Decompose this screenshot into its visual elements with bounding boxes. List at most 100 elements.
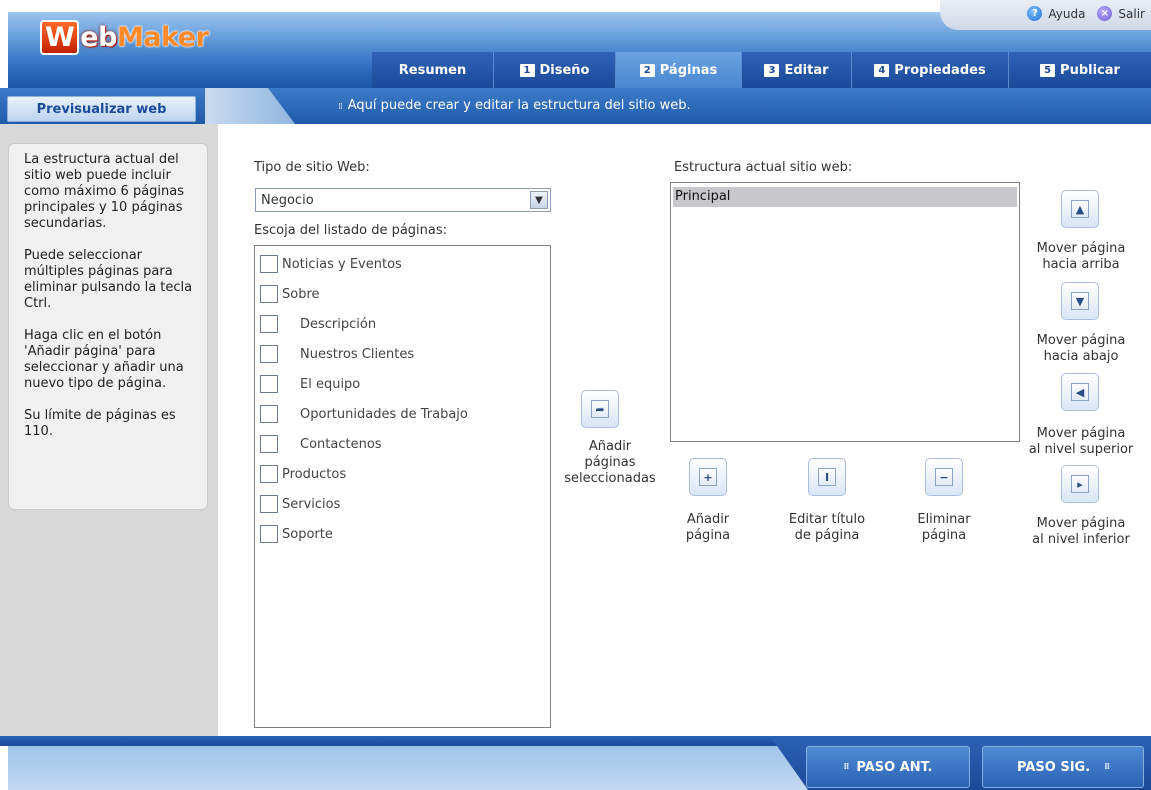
help-panel: La estructura actual del sitio web puede… <box>8 143 208 510</box>
move-page-lower-level-label: Mover página al nivel inferior <box>1022 516 1140 548</box>
app-header: WebMaker ? Ayuda × Salir Resumen 1 Diseñ… <box>0 0 1151 88</box>
structure-item-selected[interactable]: Principal <box>673 187 1017 207</box>
checkbox[interactable] <box>260 255 278 273</box>
list-item[interactable]: Sobre <box>260 283 320 305</box>
list-item-label: Contactenos <box>300 436 382 452</box>
arrow-right-small-icon: ▸ <box>1071 475 1089 493</box>
preview-site-button[interactable]: Previsualizar web <box>7 96 196 122</box>
dots-icon: ⁞⁞ <box>1104 762 1110 772</box>
help-icon[interactable]: ? <box>1027 6 1043 21</box>
label-line: hacia arriba <box>1042 257 1120 272</box>
minus-icon: − <box>935 468 953 486</box>
page-hint: ⁞⁞ Aquí puede crear y editar la estructur… <box>338 96 691 117</box>
checkbox[interactable] <box>260 525 278 543</box>
checkbox[interactable] <box>260 465 278 483</box>
checkbox[interactable] <box>260 495 278 513</box>
list-item[interactable]: Oportunidades de Trabajo <box>260 403 468 425</box>
help-link[interactable]: Ayuda <box>1048 7 1085 21</box>
list-item[interactable]: Descripción <box>260 313 376 335</box>
decorative-swoosh <box>205 88 295 124</box>
arrow-left-icon: ◀ <box>1071 383 1089 401</box>
add-page-label: Añadir página <box>668 512 748 544</box>
dots-icon: ⁞⁞ <box>338 102 343 112</box>
tab-editar[interactable]: 3 Editar <box>742 52 852 88</box>
site-type-select[interactable]: Negocio ▼ <box>255 188 551 212</box>
list-item-label: Descripción <box>300 316 377 332</box>
move-page-lower-level-button[interactable]: ▸ <box>1061 465 1099 503</box>
app-footer <box>0 736 1151 790</box>
logo-letter: W <box>40 20 80 55</box>
label-line: Añadir <box>588 439 632 454</box>
list-item[interactable]: Servicios <box>260 493 340 515</box>
chevron-down-icon[interactable]: ▼ <box>530 191 548 209</box>
checkbox[interactable] <box>260 375 278 393</box>
tab-label: Resumen <box>398 62 467 78</box>
add-selected-pages-button[interactable]: ➦ <box>581 390 619 428</box>
step-number: 2 <box>639 63 655 77</box>
tab-resumen[interactable]: Resumen <box>372 52 494 88</box>
label-line: Mover página <box>1036 333 1126 348</box>
add-page-button[interactable]: + <box>689 458 727 496</box>
label-line: Mover página <box>1036 426 1126 441</box>
tab-propiedades[interactable]: 4 Propiedades <box>852 52 1009 88</box>
list-item[interactable]: Noticias y Eventos <box>260 253 402 275</box>
text-cursor-icon: I <box>818 468 836 486</box>
tab-diseno[interactable]: 1 Diseño <box>494 52 616 88</box>
tab-label: Páginas <box>659 62 718 78</box>
arrow-up-icon: ▲ <box>1071 200 1089 218</box>
arrow-down-icon: ▼ <box>1071 292 1089 310</box>
checkbox[interactable] <box>260 285 278 303</box>
tab-paginas[interactable]: 2 Páginas <box>616 52 742 88</box>
site-structure-list[interactable]: Principal <box>670 182 1020 442</box>
list-item[interactable]: Nuestros Clientes <box>260 343 414 365</box>
plus-icon: + <box>699 468 717 486</box>
webmaker-logo: WebMaker <box>40 20 209 55</box>
list-item-label: Noticias y Eventos <box>282 256 402 272</box>
close-icon[interactable]: × <box>1097 6 1113 21</box>
label-line: Mover página <box>1036 516 1126 531</box>
tab-label: Publicar <box>1060 62 1120 78</box>
list-item[interactable]: El equipo <box>260 373 360 395</box>
delete-page-label: Eliminar página <box>904 512 984 544</box>
label-line: seleccionadas <box>564 471 656 486</box>
checkbox[interactable] <box>260 345 278 363</box>
label-line: Añadir <box>686 512 730 527</box>
label-line: hacia abajo <box>1043 349 1119 364</box>
next-step-button[interactable]: PASO SIG. ⁞⁞ <box>982 746 1144 788</box>
move-page-up-label: Mover página hacia arriba <box>1022 241 1140 273</box>
checkbox[interactable] <box>260 435 278 453</box>
list-item[interactable]: Contactenos <box>260 433 382 455</box>
move-page-down-button[interactable]: ▼ <box>1061 282 1099 320</box>
help-links: ? Ayuda × Salir <box>1027 6 1145 21</box>
help-text-4: Su límite de páginas es 110. <box>24 408 176 439</box>
previous-step-button[interactable]: ⁞⁞ PASO ANT. <box>806 746 970 788</box>
page-hint-text: Aquí puede crear y editar la estructura … <box>347 98 691 113</box>
add-selected-pages-label: Añadir páginas seleccionadas <box>553 439 667 487</box>
exit-link[interactable]: Salir <box>1118 7 1145 21</box>
edit-page-title-button[interactable]: I <box>808 458 846 496</box>
step-number: 3 <box>764 63 780 77</box>
help-text-2: Puede seleccionar múltiples páginas para… <box>24 248 193 311</box>
label-line: al nivel superior <box>1028 442 1134 457</box>
label-line: Editar título <box>788 512 866 527</box>
list-item[interactable]: Productos <box>260 463 346 485</box>
edit-page-title-label: Editar título de página <box>772 512 882 544</box>
move-page-top-level-button[interactable]: ◀ <box>1061 373 1099 411</box>
label-line: páginas <box>584 455 636 470</box>
delete-page-button[interactable]: − <box>925 458 963 496</box>
list-item[interactable]: Soporte <box>260 523 333 545</box>
previous-step-label: PASO ANT. <box>856 759 933 775</box>
tab-publicar[interactable]: 5 Publicar <box>1009 52 1151 88</box>
structure-label: Estructura actual sitio web: <box>674 160 853 175</box>
site-type-value: Negocio <box>261 192 314 208</box>
label-line: Mover página <box>1036 241 1126 256</box>
tab-label: Diseño <box>539 62 590 78</box>
move-page-up-button[interactable]: ▲ <box>1061 190 1099 228</box>
checkbox[interactable] <box>260 315 278 333</box>
checkbox[interactable] <box>260 405 278 423</box>
step-number: 4 <box>874 63 890 77</box>
help-text-3: Haga clic en el botón 'Añadir página' pa… <box>24 328 184 391</box>
label-line: Eliminar <box>917 512 971 527</box>
next-step-label: PASO SIG. <box>1017 759 1091 775</box>
label-line: al nivel inferior <box>1032 532 1130 547</box>
